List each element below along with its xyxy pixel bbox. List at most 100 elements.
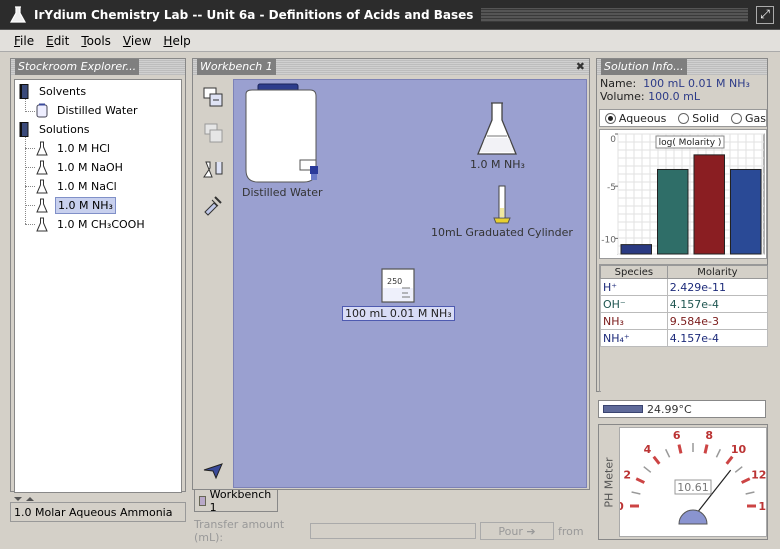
stockroom-explorer-panel: Stockroom Explorer... Solvents Distilled…: [10, 58, 186, 493]
column-header-species[interactable]: Species: [600, 265, 668, 279]
species-row[interactable]: OH⁻ 4.157e-4: [600, 295, 769, 313]
gauge-tick: [715, 448, 722, 458]
molarity-bar-chart: 0 -5 -10 log( Molarity ): [601, 133, 765, 255]
menu-edit[interactable]: Edit: [46, 34, 69, 48]
copy-tool-icon[interactable]: [201, 85, 225, 109]
species-name-cell: NH₃: [600, 312, 668, 330]
flask-icon: [35, 179, 49, 195]
maximize-button[interactable]: ⤢: [756, 5, 774, 24]
species-name-cell: OH⁻: [600, 295, 668, 313]
menu-help[interactable]: Help: [163, 34, 190, 48]
nh3-beaker[interactable]: 250 100 mL 0.01 M NH₃: [342, 266, 455, 321]
bar-nh3: [693, 154, 725, 255]
gauge-tick: [643, 466, 652, 473]
tree-item-distilled-water[interactable]: Distilled Water: [35, 101, 140, 120]
transfer-amount-input[interactable]: [310, 523, 476, 539]
solution-name-row: Name: 100 mL 0.01 M NH₃: [600, 77, 750, 90]
y-tick-label: 0: [610, 135, 616, 145]
gauge-tick: [664, 448, 671, 458]
solution-name-value: 100 mL 0.01 M NH₃: [643, 77, 750, 90]
column-header-molarity[interactable]: Molarity: [666, 265, 769, 279]
pour-button[interactable]: Pour ➔: [480, 522, 554, 540]
tree-item-nacl[interactable]: 1.0 M NaCl: [35, 177, 119, 196]
flask-icon: [35, 217, 49, 233]
graduated-cylinder[interactable]: 10mL Graduated Cylinder: [431, 184, 573, 239]
menu-file[interactable]: File: [14, 34, 34, 48]
temperature-readout: 24.99°C: [598, 400, 766, 418]
carboy-icon: [35, 103, 49, 119]
transfer-tool-icon[interactable]: [201, 193, 225, 217]
stockroom-divider[interactable]: [10, 493, 186, 501]
species-row-empty: [600, 380, 768, 398]
paste-tool-icon[interactable]: [201, 121, 225, 145]
bar-h-minusplus: [620, 244, 652, 255]
tab-workbench-1[interactable]: Workbench 1: [194, 488, 278, 514]
window-title: IrYdium Chemistry Lab -- Unit 6a - Defin…: [34, 7, 474, 22]
airplane-icon[interactable]: [201, 457, 225, 481]
erlenmeyer-flask-icon: [477, 102, 518, 155]
flask-icon: [35, 141, 49, 157]
solution-volume-value: 100.0 mL: [648, 90, 700, 103]
workbench-canvas[interactable]: Distilled Water 1.0 M NH₃ 10mL Graduated…: [233, 79, 587, 488]
main-area: Stockroom Explorer... Solvents Distilled…: [0, 52, 780, 549]
beaker-mark: 250: [387, 277, 402, 286]
workbench-toolbar: [197, 81, 229, 486]
gauge-scale-label: 6: [673, 429, 681, 442]
ph-meter-label: PH Meter: [602, 456, 616, 508]
tree-item-hcl[interactable]: 1.0 M HCl: [35, 139, 112, 158]
flask-label: 1.0 M NH₃: [470, 158, 525, 171]
species-row[interactable]: H⁺ 2.429e-11: [600, 278, 769, 296]
gauge-scale-label: 0: [620, 500, 624, 513]
tree-group-solvents[interactable]: Solvents: [17, 82, 88, 101]
tree-item-nh3[interactable]: 1.0 M NH₃: [35, 196, 116, 215]
species-row-empty: [600, 346, 768, 364]
tree-group-solutions[interactable]: Solutions: [17, 120, 92, 139]
species-molarity-cell: 9.584e-3: [666, 312, 769, 330]
tree-line: [25, 136, 26, 224]
gauge-scale-label: 2: [623, 468, 631, 481]
gauge-tick: [652, 455, 661, 465]
flask-app-icon: [8, 5, 28, 25]
distilled-water-label: Distilled Water: [242, 186, 323, 199]
gauge-tick: [734, 466, 743, 473]
gauge-tick: [725, 455, 734, 465]
menu-bar: File Edit Tools View Help: [0, 30, 780, 52]
species-name-cell: NH₄⁺: [600, 329, 668, 347]
menu-view[interactable]: View: [123, 34, 151, 48]
tree-line: [25, 224, 35, 225]
cylinder-label: 10mL Graduated Cylinder: [431, 226, 573, 239]
ph-meter-dial: 0 24 6 8 10 12 14 10.61: [616, 427, 774, 537]
gauge-tick: [631, 491, 641, 495]
gauge-scale-label: 12: [751, 468, 766, 481]
chart-title: log( Molarity ): [659, 138, 722, 148]
stockroom-tree: Solvents Distilled Water Solutions 1.0 M…: [14, 79, 182, 493]
tree-line: [25, 186, 35, 187]
stockroom-header: Stockroom Explorer...: [11, 59, 185, 75]
radio-gas[interactable]: [731, 112, 742, 124]
tree-item-naoh[interactable]: 1.0 M NaOH: [35, 158, 125, 177]
menu-tools[interactable]: Tools: [81, 34, 111, 48]
close-icon[interactable]: ✖: [576, 59, 585, 75]
transfer-amount-label: Transfer amount (mL):: [194, 518, 285, 544]
distilled-water-carboy[interactable]: Distilled Water: [242, 82, 323, 199]
phase-selector: Aqueous Solid Gas: [599, 109, 767, 127]
nh3-stock-flask[interactable]: 1.0 M NH₃: [470, 100, 525, 171]
bar-oh-minus: [657, 168, 689, 255]
species-row[interactable]: NH₄⁺ 4.157e-4: [600, 329, 769, 347]
radio-aqueous[interactable]: [605, 112, 616, 124]
selected-item-label: 1.0 M NH₃: [55, 197, 116, 214]
tree-item-acetic-acid[interactable]: 1.0 M CH₃COOH: [35, 215, 147, 234]
species-table-header: Species Molarity: [600, 265, 769, 279]
radio-solid[interactable]: [678, 112, 690, 124]
book-icon: [17, 122, 31, 138]
glassware-tool-icon[interactable]: [201, 157, 225, 181]
tree-line: [25, 111, 35, 112]
graduated-cylinder-icon: [493, 185, 511, 224]
title-bar-texture: [481, 7, 748, 22]
tree-line: [25, 148, 35, 149]
solution-info-header: Solution Info...: [597, 59, 767, 75]
species-row[interactable]: NH₃ 9.584e-3: [600, 312, 769, 330]
beaker-icon: 250: [381, 268, 415, 303]
bar-nh4-minusplus: [730, 168, 762, 255]
title-bar: IrYdium Chemistry Lab -- Unit 6a - Defin…: [0, 0, 780, 30]
